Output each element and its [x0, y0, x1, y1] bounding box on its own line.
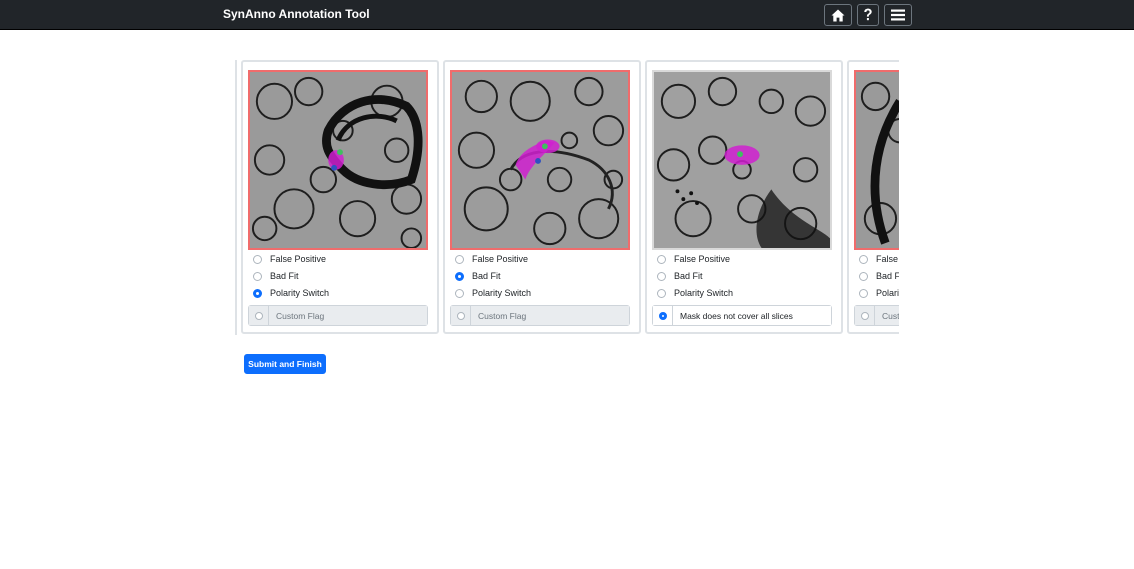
option-false-positive[interactable]: False Positive	[657, 252, 730, 266]
custom-flag-radio[interactable]	[254, 311, 263, 320]
option-false-positive[interactable]: False Positive	[455, 252, 528, 266]
em-image[interactable]	[652, 70, 832, 250]
em-image[interactable]	[248, 70, 428, 250]
bad-fit-radio[interactable]	[657, 271, 666, 281]
custom-flag-group: Mask does not cover all slices	[652, 305, 832, 326]
custom-flag-radio-wrap[interactable]	[855, 306, 875, 325]
bad-fit-radio[interactable]	[859, 271, 868, 281]
question-icon	[864, 8, 872, 21]
custom-flag-radio[interactable]	[658, 311, 667, 320]
custom-flag-group: Custom Flag	[854, 305, 899, 326]
bad-fit-label: Bad Fit	[674, 271, 703, 281]
em-image-content	[654, 72, 830, 248]
false-positive-radio[interactable]	[859, 254, 868, 264]
app-title: SynAnno Annotation Tool	[223, 7, 370, 21]
custom-flag-radio[interactable]	[860, 311, 869, 320]
option-bad-fit[interactable]: Bad Fit	[657, 269, 703, 283]
option-bad-fit[interactable]: Bad Fit	[859, 269, 899, 283]
em-image-content	[250, 72, 426, 248]
option-false-positive[interactable]: False Positive	[253, 252, 326, 266]
bad-fit-label: Bad Fit	[472, 271, 501, 281]
false-positive-label: False Positive	[472, 254, 529, 264]
option-polarity-switch[interactable]: Polarity Switch	[253, 286, 329, 300]
synapse-card-carousel[interactable]: False Positive Bad Fit Polarity Switch C…	[235, 60, 899, 335]
bad-fit-radio[interactable]	[455, 271, 464, 281]
bad-fit-label: Bad Fit	[270, 271, 299, 281]
custom-flag-input[interactable]: Custom Flag	[269, 306, 427, 325]
polarity-switch-radio[interactable]	[455, 288, 464, 298]
polarity-switch-label: Polarity Switch	[876, 288, 899, 298]
synapse-card: False Positive Bad Fit Polarity Switch C…	[241, 60, 439, 334]
submit-and-finish-button[interactable]: Submit and Finish	[244, 354, 326, 374]
option-polarity-switch[interactable]: Polarity Switch	[657, 286, 733, 300]
polarity-switch-label: Polarity Switch	[472, 288, 532, 298]
custom-flag-group: Custom Flag	[248, 305, 428, 326]
custom-flag-radio[interactable]	[456, 311, 465, 320]
synapse-card: False Positive Bad Fit Polarity Switch M…	[645, 60, 843, 334]
option-false-positive[interactable]: False Positive	[859, 252, 899, 266]
custom-flag-radio-wrap[interactable]	[653, 306, 673, 325]
menu-button[interactable]	[884, 4, 912, 26]
menu-icon	[891, 9, 905, 21]
home-button[interactable]	[824, 4, 852, 26]
polarity-switch-radio[interactable]	[657, 288, 666, 298]
false-positive-label: False Positive	[674, 254, 731, 264]
polarity-switch-label: Polarity Switch	[674, 288, 734, 298]
false-positive-radio[interactable]	[253, 254, 262, 264]
em-image-content	[452, 72, 628, 248]
false-positive-label: False Positive	[270, 254, 327, 264]
custom-flag-input[interactable]: Mask does not cover all slices	[673, 306, 831, 325]
em-image[interactable]	[854, 70, 899, 250]
custom-flag-group: Custom Flag	[450, 305, 630, 326]
custom-flag-radio-wrap[interactable]	[249, 306, 269, 325]
em-image[interactable]	[450, 70, 630, 250]
em-image-content	[856, 72, 899, 248]
synapse-card: False Positive Bad Fit Polarity Switch C…	[443, 60, 641, 334]
polarity-switch-label: Polarity Switch	[270, 288, 330, 298]
false-positive-label: False Positive	[876, 254, 899, 264]
synapse-card: False Positive Bad Fit Polarity Switch C…	[847, 60, 899, 334]
bad-fit-label: Bad Fit	[876, 271, 899, 281]
top-navbar: SynAnno Annotation Tool	[0, 0, 1134, 30]
custom-flag-input[interactable]: Custom Flag	[471, 306, 629, 325]
false-positive-radio[interactable]	[455, 254, 464, 264]
option-polarity-switch[interactable]: Polarity Switch	[455, 286, 531, 300]
option-bad-fit[interactable]: Bad Fit	[455, 269, 501, 283]
previous-card-edge	[235, 60, 237, 335]
option-polarity-switch[interactable]: Polarity Switch	[859, 286, 899, 300]
bad-fit-radio[interactable]	[253, 271, 262, 281]
custom-flag-input[interactable]: Custom Flag	[875, 306, 899, 325]
polarity-switch-radio[interactable]	[859, 288, 868, 298]
false-positive-radio[interactable]	[657, 254, 666, 264]
option-bad-fit[interactable]: Bad Fit	[253, 269, 299, 283]
polarity-switch-radio[interactable]	[253, 288, 262, 298]
custom-flag-radio-wrap[interactable]	[451, 306, 471, 325]
home-icon	[831, 9, 845, 21]
help-button[interactable]	[857, 4, 879, 26]
